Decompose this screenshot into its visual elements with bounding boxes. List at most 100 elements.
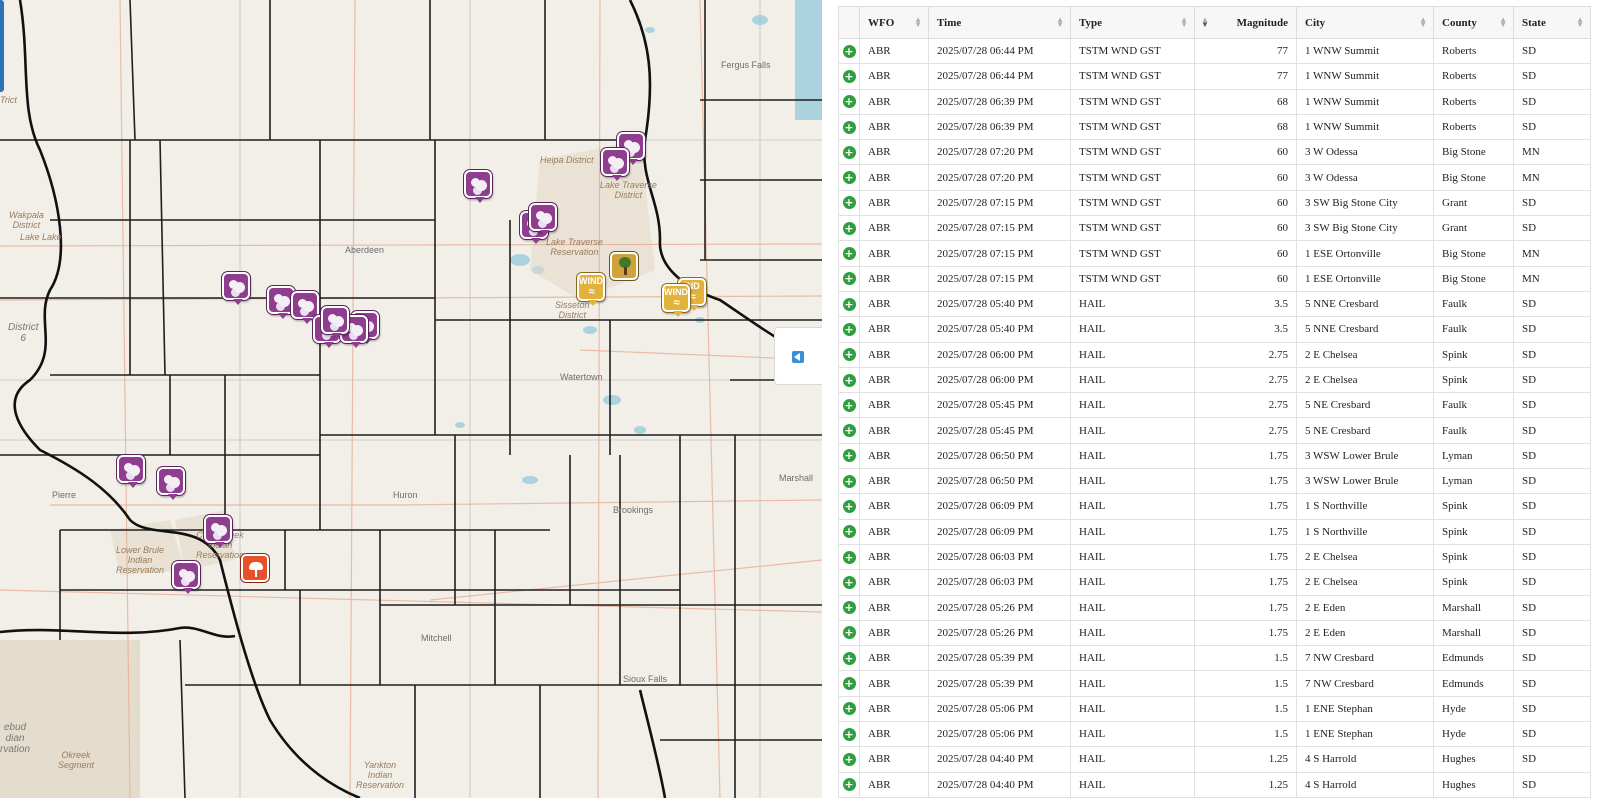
hail-report-marker[interactable] (321, 306, 349, 339)
expand-cell[interactable]: + (838, 37, 860, 65)
column-header-city[interactable]: City ▲ ▼ (1296, 6, 1434, 39)
table-row[interactable]: + ABR 2025/07/28 05:39 PM HAIL 1.5 7 NW Cresb… (838, 645, 1591, 672)
expand-cell[interactable]: + (838, 493, 860, 520)
table-row[interactable]: + ABR 2025/07/28 06:50 PM HAIL 1.75 3 WSW Low… (838, 468, 1591, 495)
plus-circle-icon[interactable]: + (842, 499, 856, 513)
expand-cell[interactable]: + (838, 189, 860, 217)
table-row[interactable]: + ABR 2025/07/28 06:00 PM HAIL 2.75 2 E Chels… (838, 341, 1591, 368)
hail-report-marker[interactable] (291, 291, 319, 324)
expand-cell[interactable]: + (838, 417, 860, 444)
table-row[interactable]: + ABR 2025/07/28 05:40 PM HAIL 3.5 5 NNE Cres… (838, 316, 1591, 343)
expand-cell[interactable]: + (838, 619, 860, 647)
hail-report-marker[interactable] (172, 561, 200, 594)
plus-circle-icon[interactable]: + (842, 221, 856, 235)
plus-circle-icon[interactable]: + (842, 69, 856, 83)
plus-circle-icon[interactable]: + (842, 424, 856, 438)
hail-report-marker[interactable] (529, 203, 557, 236)
expand-cell[interactable]: + (838, 518, 860, 545)
plus-circle-icon[interactable]: + (842, 348, 856, 362)
plus-circle-icon[interactable]: + (842, 601, 856, 615)
table-row[interactable]: + ABR 2025/07/28 07:15 PM TSTM WND GST 60 1 E… (838, 240, 1591, 267)
plus-circle-icon[interactable]: + (842, 550, 856, 564)
hail-report-marker[interactable] (204, 515, 232, 548)
plus-circle-icon[interactable]: + (842, 778, 856, 792)
storm-report-marker[interactable] (241, 554, 269, 582)
expand-cell[interactable]: + (838, 215, 860, 242)
table-row[interactable]: + ABR 2025/07/28 05:45 PM HAIL 2.75 5 NE Cres… (838, 417, 1591, 444)
table-row[interactable]: + ABR 2025/07/28 05:45 PM HAIL 2.75 5 NE Cres… (838, 392, 1591, 419)
table-row[interactable]: + ABR 2025/07/28 06:50 PM HAIL 1.75 3 WSW Low… (838, 442, 1591, 470)
expand-cell[interactable]: + (838, 594, 860, 621)
sort-arrows-icon[interactable]: ▲ ▼ (1056, 16, 1064, 29)
sort-arrows-icon[interactable]: ▲ ▼ (914, 16, 922, 29)
table-row[interactable]: + ABR 2025/07/28 04:40 PM HAIL 1.25 4 S Harro… (838, 746, 1591, 773)
plus-circle-icon[interactable]: + (842, 449, 856, 463)
plus-circle-icon[interactable]: + (842, 702, 856, 716)
table-row[interactable]: + ABR 2025/07/28 05:39 PM HAIL 1.5 7 NW Cresb… (838, 670, 1591, 697)
wind-report-marker[interactable]: WIND ≈ (577, 273, 605, 306)
table-row[interactable]: + ABR 2025/07/28 04:40 PM HAIL 1.25 4 S Harro… (838, 771, 1591, 798)
table-row[interactable]: + ABR 2025/07/28 07:15 PM TSTM WND GST 60 3 S… (838, 189, 1591, 217)
plus-circle-icon[interactable]: + (842, 677, 856, 691)
hail-report-marker[interactable] (157, 467, 185, 500)
tree-report-marker[interactable] (610, 252, 638, 280)
sort-arrows-icon[interactable]: ▲ ▼ (1419, 16, 1427, 29)
plus-circle-icon[interactable]: + (842, 44, 856, 58)
plus-circle-icon[interactable]: + (842, 752, 856, 766)
plus-circle-icon[interactable]: + (842, 171, 856, 185)
plus-circle-icon[interactable]: + (842, 525, 856, 539)
table-row[interactable]: + ABR 2025/07/28 07:20 PM TSTM WND GST 60 3 W… (838, 164, 1591, 191)
plus-circle-icon[interactable]: + (842, 297, 856, 311)
column-header-state[interactable]: State ▲ ▼ (1513, 6, 1591, 39)
table-row[interactable]: + ABR 2025/07/28 06:03 PM HAIL 1.75 2 E Chels… (838, 543, 1591, 571)
plus-circle-icon[interactable]: + (842, 651, 856, 665)
plus-circle-icon[interactable]: + (842, 196, 856, 210)
table-row[interactable]: + ABR 2025/07/28 07:15 PM TSTM WND GST 60 3 S… (838, 215, 1591, 242)
table-row[interactable]: + ABR 2025/07/28 05:40 PM HAIL 3.5 5 NNE Cres… (838, 290, 1591, 318)
table-row[interactable]: + ABR 2025/07/28 05:06 PM HAIL 1.5 1 ENE Step… (838, 721, 1591, 748)
expand-cell[interactable]: + (838, 341, 860, 368)
table-row[interactable]: + ABR 2025/07/28 06:44 PM TSTM WND GST 77 1 W… (838, 37, 1591, 65)
table-row[interactable]: + ABR 2025/07/28 05:26 PM HAIL 1.75 2 E Eden M… (838, 594, 1591, 621)
plus-circle-icon[interactable]: + (842, 247, 856, 261)
table-row[interactable]: + ABR 2025/07/28 06:09 PM HAIL 1.75 1 S North… (838, 493, 1591, 520)
column-header-type[interactable]: Type ▲ ▼ (1070, 6, 1195, 39)
column-header-wfo[interactable]: WFO ▲ ▼ (859, 6, 929, 39)
column-header-county[interactable]: County ▲ ▼ (1433, 6, 1514, 39)
table-row[interactable]: + ABR 2025/07/28 07:20 PM TSTM WND GST 60 3 W… (838, 139, 1591, 166)
table-row[interactable]: + ABR 2025/07/28 06:44 PM TSTM WND GST 77 1 W… (838, 63, 1591, 90)
expand-cell[interactable]: + (838, 569, 860, 596)
table-row[interactable]: + ABR 2025/07/28 06:09 PM HAIL 1.75 1 S North… (838, 518, 1591, 545)
sort-arrows-icon[interactable]: ▲ ▼ (1499, 16, 1507, 29)
hail-report-marker[interactable] (601, 148, 629, 181)
expand-cell[interactable]: + (838, 316, 860, 343)
hail-report-marker[interactable] (117, 455, 145, 488)
plus-circle-icon[interactable]: + (842, 727, 856, 741)
expand-cell[interactable]: + (838, 771, 860, 798)
plus-circle-icon[interactable]: + (842, 474, 856, 488)
expand-cell[interactable]: + (838, 164, 860, 191)
expand-cell[interactable]: + (838, 63, 860, 90)
table-row[interactable]: + ABR 2025/07/28 06:03 PM HAIL 1.75 2 E Chels… (838, 569, 1591, 596)
sidebar-tab[interactable] (0, 0, 4, 92)
column-header-time[interactable]: Time ▲ ▼ (928, 6, 1071, 39)
plus-circle-icon[interactable]: + (842, 575, 856, 589)
plus-circle-icon[interactable]: + (842, 398, 856, 412)
table-row[interactable]: + ABR 2025/07/28 07:15 PM TSTM WND GST 60 1 E… (838, 265, 1591, 292)
plus-circle-icon[interactable]: + (842, 322, 856, 336)
table-row[interactable]: + ABR 2025/07/28 05:06 PM HAIL 1.5 1 ENE Step… (838, 695, 1591, 723)
wind-report-marker[interactable]: WIND ≈ (662, 284, 690, 317)
plus-circle-icon[interactable]: + (842, 626, 856, 640)
hail-report-marker[interactable] (464, 170, 492, 203)
plus-circle-icon[interactable]: + (842, 120, 856, 134)
expand-cell[interactable]: + (838, 442, 860, 470)
expand-cell[interactable]: + (838, 265, 860, 292)
expand-cell[interactable]: + (838, 746, 860, 773)
column-header-magnitude[interactable]: Magnitude ▲ ▼ (1194, 6, 1297, 39)
expand-cell[interactable]: + (838, 645, 860, 672)
table-row[interactable]: + ABR 2025/07/28 06:39 PM TSTM WND GST 68 1 W… (838, 113, 1591, 141)
sort-arrows-icon[interactable]: ▲ ▼ (1180, 16, 1188, 29)
hail-report-marker[interactable] (222, 272, 250, 305)
expand-cell[interactable]: + (838, 670, 860, 697)
expand-cell[interactable]: + (838, 392, 860, 419)
